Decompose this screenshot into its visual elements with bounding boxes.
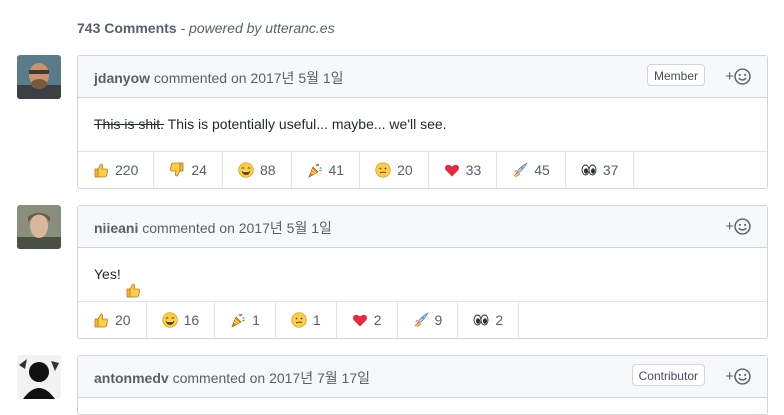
- reaction-count: 16: [183, 312, 200, 328]
- smiley-icon: [734, 68, 751, 85]
- laugh-icon: [238, 162, 254, 178]
- reaction-count: 45: [534, 162, 550, 178]
- eyes-icon: [473, 312, 489, 328]
- comment-author[interactable]: antonmedv: [94, 370, 169, 386]
- powered-by: - powered by utteranc.es: [180, 20, 335, 36]
- comment-date[interactable]: commented on 2017년 5월 1일: [154, 70, 344, 86]
- smiley-icon: [734, 218, 751, 235]
- reaction-count: 37: [602, 162, 619, 178]
- reaction-count: 1: [252, 312, 260, 328]
- reaction-button[interactable]: 37: [566, 152, 635, 188]
- comment-card: jdanyow commented on 2017년 5월 1일 Member …: [77, 55, 768, 189]
- comments-count-header: 743 Comments - powered by utteranc.es: [77, 20, 335, 36]
- comments-count: 743 Comments: [77, 20, 177, 36]
- comment-author[interactable]: jdanyow: [94, 70, 150, 86]
- eyes-icon: [581, 162, 597, 178]
- reaction-count: 33: [465, 162, 482, 178]
- reaction-count: 2: [373, 312, 382, 328]
- reaction-button[interactable]: 88: [223, 152, 292, 188]
- reactions-bar: 20 16 1 1 2 9 2: [78, 301, 767, 338]
- reaction-count: 220: [115, 162, 139, 178]
- confused-icon: [291, 312, 307, 328]
- confused-icon: [375, 162, 391, 178]
- reaction-button[interactable]: 220: [78, 152, 155, 188]
- smiley-icon: [734, 368, 751, 385]
- contributor-badge: Contributor: [631, 364, 705, 386]
- add-reaction-button[interactable]: +: [725, 368, 751, 385]
- strikethrough-text: This is shit.: [94, 116, 165, 132]
- comment-author[interactable]: niieani: [94, 220, 138, 236]
- thumbs-down-icon: [169, 162, 185, 178]
- hooray-icon: [307, 162, 323, 178]
- reaction-button[interactable]: 20: [78, 302, 147, 338]
- reaction-button[interactable]: 45: [497, 152, 566, 188]
- reaction-button[interactable]: 2: [337, 302, 398, 338]
- reactions-bar: 220 24 88 41 20 33 45 37: [78, 151, 767, 188]
- reaction-count: 2: [495, 312, 504, 328]
- comment-header: jdanyow commented on 2017년 5월 1일 Member …: [78, 56, 767, 98]
- reaction-button[interactable]: 24: [154, 152, 223, 188]
- add-reaction-button[interactable]: +: [725, 218, 751, 235]
- comment-header: antonmedv commented on 2017년 7월 17일 Cont…: [78, 356, 767, 398]
- comment-date[interactable]: commented on 2017년 7월 17일: [173, 370, 370, 386]
- reaction-button[interactable]: 9: [398, 302, 459, 338]
- rocket-icon: [512, 162, 528, 178]
- comment-text: This is potentially useful... maybe... w…: [164, 116, 447, 132]
- avatar[interactable]: [17, 205, 61, 249]
- reaction-button[interactable]: 20: [360, 152, 429, 188]
- comment-body: This is shit. This is potentially useful…: [78, 98, 767, 151]
- avatar[interactable]: [17, 355, 61, 399]
- hooray-icon: [230, 312, 246, 328]
- comment-card: antonmedv commented on 2017년 7월 17일 Cont…: [77, 355, 768, 415]
- heart-icon: [352, 312, 368, 328]
- thumbs-up-icon: [93, 312, 109, 328]
- comment-text: Yes!: [94, 266, 125, 282]
- plus-icon: +: [725, 218, 734, 235]
- heart-icon: [444, 162, 460, 178]
- reaction-button[interactable]: 33: [429, 152, 498, 188]
- reaction-button[interactable]: 1: [276, 302, 337, 338]
- reaction-count: 9: [434, 312, 443, 328]
- thumbs-up-icon: [93, 162, 109, 178]
- plus-icon: +: [725, 368, 734, 385]
- comment-header: niieani commented on 2017년 5월 1일 +: [78, 206, 767, 248]
- reaction-count: 41: [328, 162, 345, 178]
- reaction-button[interactable]: 2: [458, 302, 520, 338]
- reaction-count: 88: [259, 162, 276, 178]
- reaction-button[interactable]: 16: [147, 302, 216, 338]
- reaction-button[interactable]: 1: [215, 302, 276, 338]
- add-reaction-button[interactable]: +: [725, 68, 751, 85]
- reaction-button[interactable]: 41: [292, 152, 361, 188]
- laugh-icon: [161, 312, 178, 328]
- comment-body: Yes!: [78, 248, 767, 301]
- reaction-count: 1: [312, 312, 321, 328]
- reaction-count: 20: [115, 312, 131, 328]
- comment-date[interactable]: commented on 2017년 5월 1일: [142, 220, 332, 236]
- member-badge: Member: [646, 64, 705, 86]
- thumbs-up-icon: [125, 267, 141, 298]
- avatar[interactable]: [17, 55, 61, 99]
- rocket-icon: [413, 312, 429, 328]
- plus-icon: +: [725, 68, 734, 85]
- reaction-count: 24: [191, 162, 207, 178]
- comment-card: niieani commented on 2017년 5월 1일 + Yes! …: [77, 205, 768, 339]
- reaction-count: 20: [397, 162, 413, 178]
